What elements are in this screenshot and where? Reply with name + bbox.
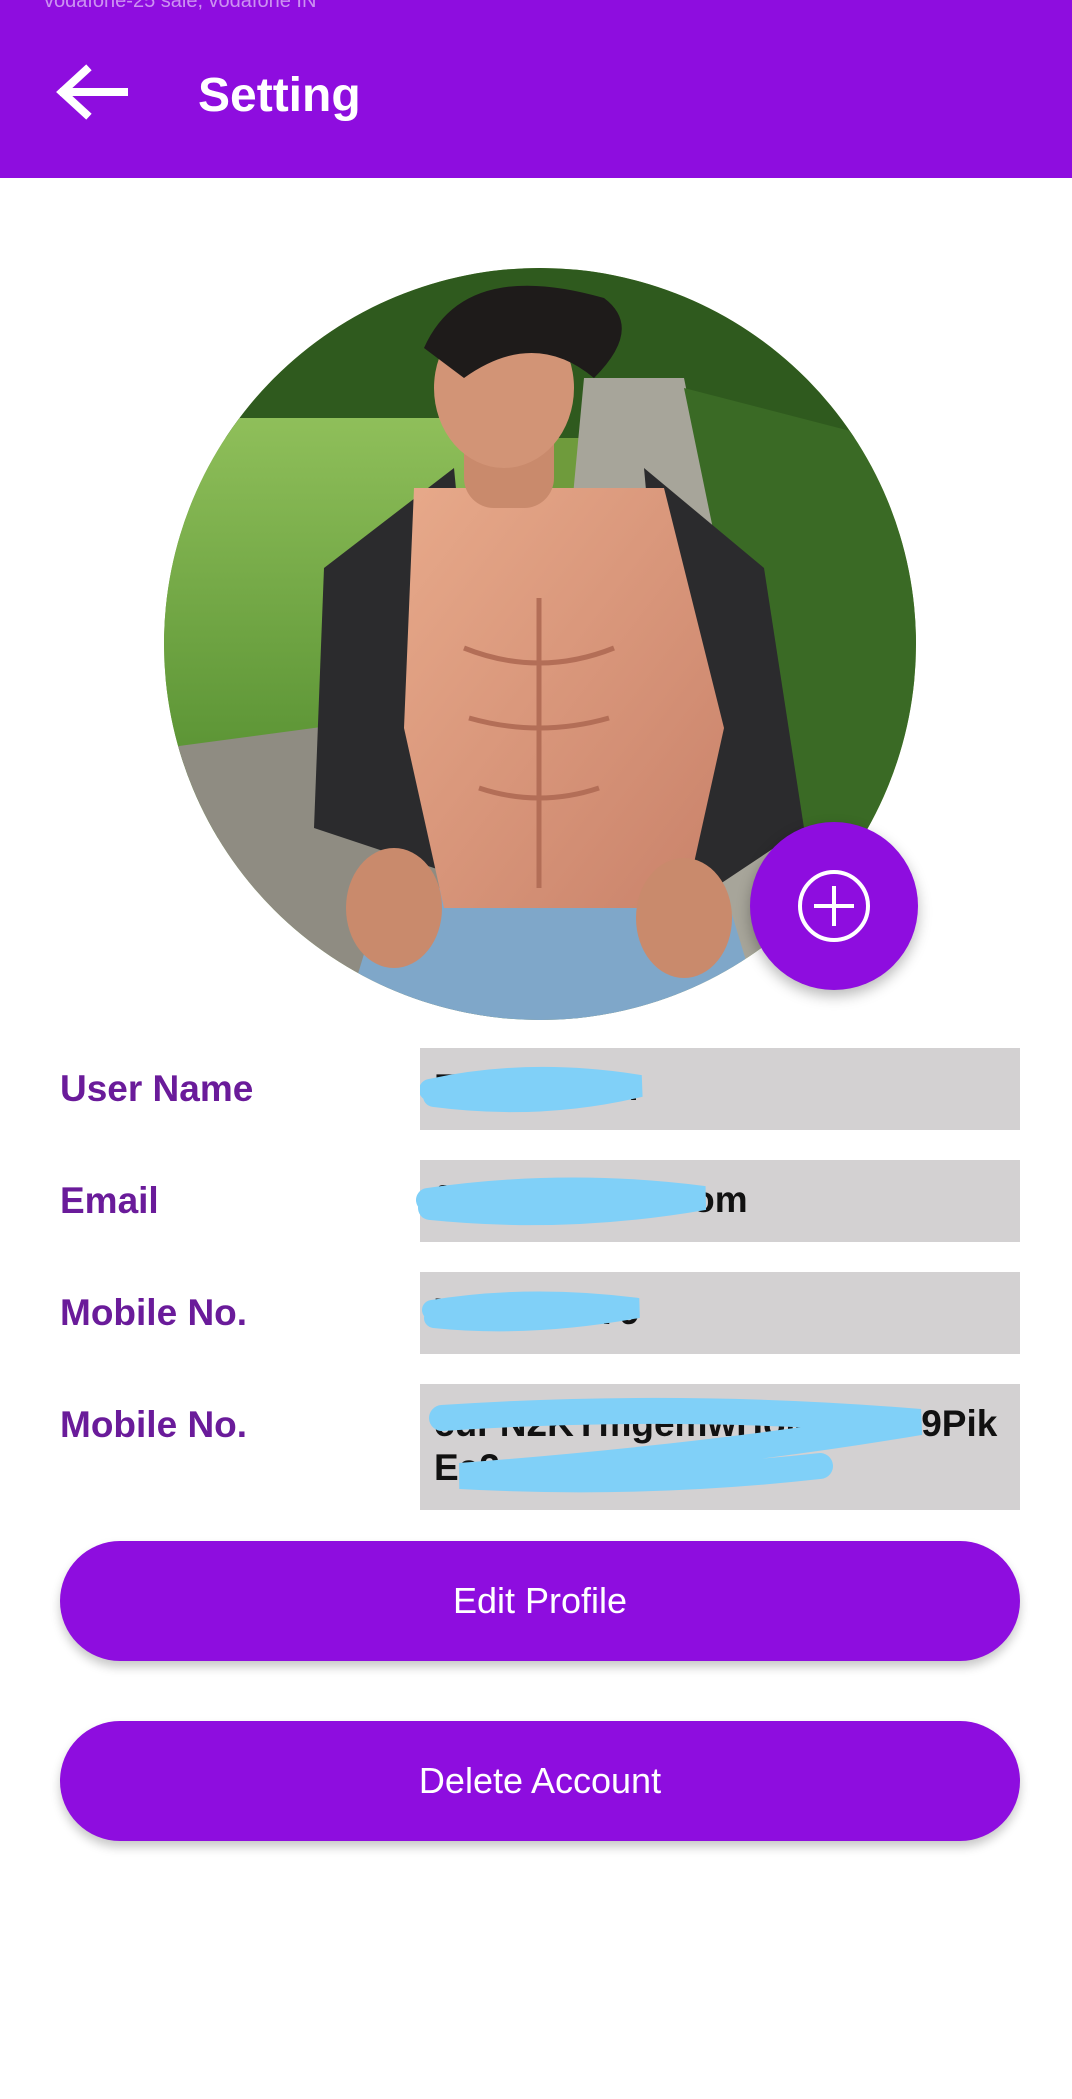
mobile-value: 7085327779 (434, 1291, 640, 1332)
email-field: faisal@gmail.com (420, 1160, 1020, 1242)
email-value: faisal@gmail.com (434, 1179, 748, 1220)
mobile-label-2: Mobile No. (60, 1404, 248, 1445)
add-photo-button[interactable] (750, 822, 918, 990)
delete-account-button[interactable]: Delete Account (60, 1721, 1020, 1841)
back-button[interactable] (52, 62, 132, 122)
mobile-label: Mobile No. (60, 1292, 248, 1333)
email-label: Email (60, 1180, 159, 1221)
mobile-field-2: cuFN2KYmgemwHoMdbt2C9Pik Ea2 (420, 1384, 1020, 1510)
arrow-left-icon (56, 64, 128, 120)
page-title: Setting (198, 69, 361, 122)
app-bar: vodafone-25 sale, vodafone IN Setting (0, 0, 1072, 178)
username-label: User Name (60, 1068, 254, 1109)
status-bar-text: vodafone-25 sale, vodafone IN (44, 0, 317, 12)
mobile-value-2: cuFN2KYmgemwHoMdbt2C9Pik Ea2 (434, 1403, 998, 1488)
username-value: Faisal Alam (434, 1067, 639, 1108)
mobile-field: 7085327779 (420, 1272, 1020, 1354)
plus-circle-icon (798, 870, 870, 942)
edit-profile-button[interactable]: Edit Profile (60, 1541, 1020, 1661)
username-field: Faisal Alam (420, 1048, 1020, 1130)
